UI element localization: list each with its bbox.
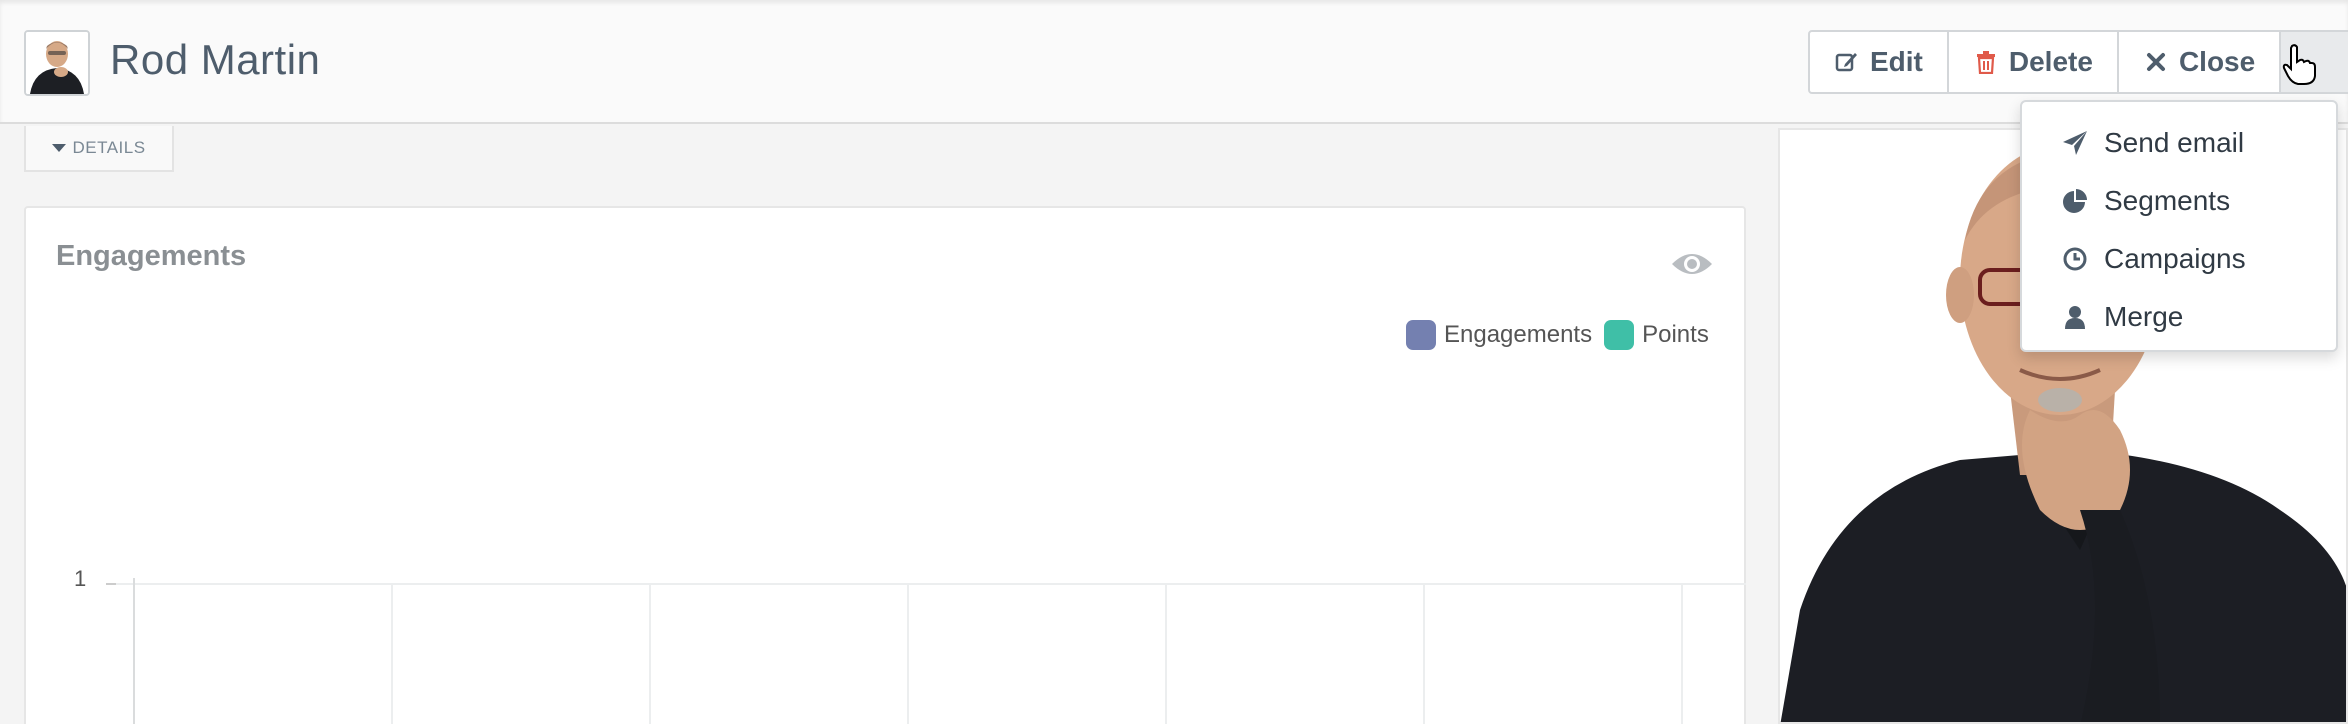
legend-label: Points [1642, 321, 1709, 348]
delete-button-label: Delete [2008, 46, 2093, 77]
y-axis-tick: 1 [74, 566, 87, 591]
pie-chart-icon [2062, 188, 2088, 214]
caret-down-icon [52, 144, 67, 152]
contact-page: Rod Martin Edit Delete Close DETAILS Eng… [0, 0, 2348, 724]
menu-item-label: Send email [2104, 127, 2245, 158]
legend-swatch [1406, 320, 1436, 350]
trash-icon [1973, 49, 1999, 75]
action-button-group: Edit Delete Close [1808, 30, 2348, 94]
paper-plane-icon [2062, 130, 2088, 156]
panel-title: Engagements [56, 240, 247, 272]
more-actions-dropdown: Send email Segments Campaigns Merge [2020, 100, 2338, 352]
menu-item-label: Campaigns [2104, 243, 2246, 274]
avatar [24, 30, 90, 96]
menu-item-segments[interactable]: Segments [2022, 172, 2336, 230]
eye-icon[interactable] [1670, 248, 1714, 280]
chart-legend: Engagements Points [1406, 320, 1709, 350]
menu-item-campaigns[interactable]: Campaigns [2022, 230, 2336, 288]
legend-item-engagements[interactable]: Engagements [1406, 320, 1592, 350]
edit-button[interactable]: Edit [1810, 32, 1949, 92]
menu-item-merge[interactable]: Merge [2022, 288, 2336, 346]
page-header: Rod Martin Edit Delete Close [0, 0, 2348, 124]
engagements-chart-grid [106, 578, 1746, 724]
clock-icon [2062, 246, 2088, 272]
pencil-square-icon [1834, 49, 1860, 75]
menu-item-send-email[interactable]: Send email [2022, 114, 2336, 172]
menu-item-label: Merge [2104, 301, 2184, 332]
user-icon [2062, 304, 2088, 330]
delete-button[interactable]: Delete [1949, 32, 2119, 92]
menu-item-label: Segments [2104, 185, 2231, 216]
edit-button-label: Edit [1870, 46, 1923, 77]
legend-item-points[interactable]: Points [1604, 320, 1709, 350]
close-button-label: Close [2178, 46, 2256, 77]
page-title: Rod Martin [110, 36, 321, 83]
close-icon [2143, 49, 2169, 75]
close-button[interactable]: Close [2119, 32, 2282, 92]
details-toggle-label: DETAILS [72, 138, 146, 157]
engagements-panel: Engagements Engagements Points 1 [24, 206, 1746, 724]
legend-swatch [1604, 320, 1635, 350]
details-toggle[interactable]: DETAILS [24, 126, 174, 172]
legend-label: Engagements [1444, 321, 1593, 348]
pointer-cursor-icon [2282, 44, 2318, 86]
